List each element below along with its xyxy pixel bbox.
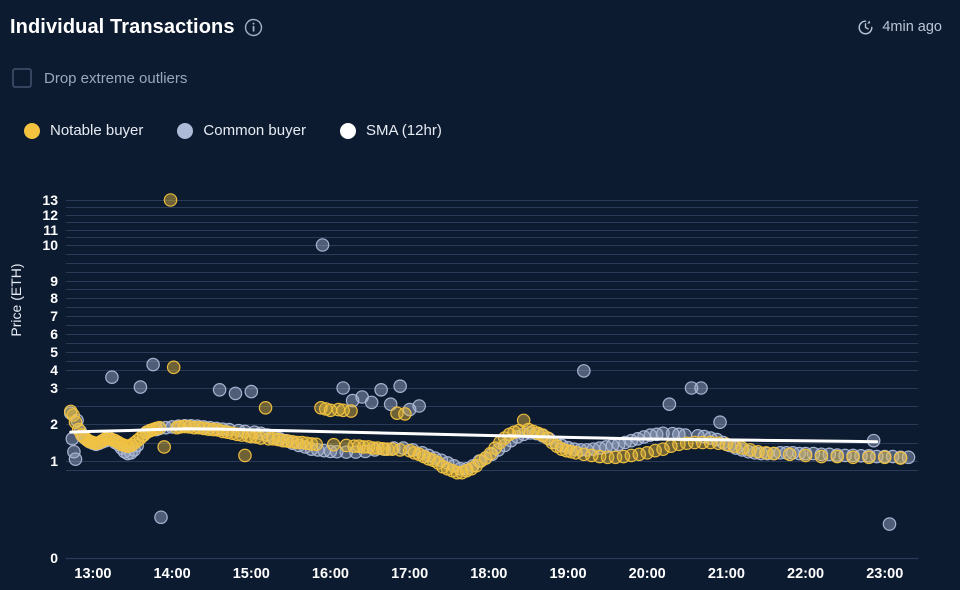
- data-point: [846, 450, 860, 465]
- data-point: [877, 450, 892, 465]
- individual-transactions-panel: Individual Transactions 4min ago Drop ex…: [0, 0, 960, 590]
- data-point: [713, 415, 727, 429]
- data-point: [166, 360, 181, 375]
- data-point: [798, 448, 813, 463]
- data-point: [105, 370, 119, 384]
- series-common-buyer: [63, 238, 916, 531]
- data-point: [393, 379, 407, 393]
- data-point: [163, 193, 178, 207]
- data-point: [577, 364, 591, 378]
- data-point: [893, 451, 908, 465]
- data-point: [364, 395, 379, 410]
- data-point: [412, 399, 426, 413]
- scatter-chart: 0 1 2 3 4 5 6 7 8 9 10 11 12 13 Price (ETH) 13:00 14:0…: [0, 0, 960, 590]
- data-point: [154, 510, 168, 525]
- data-point: [398, 407, 412, 421]
- data-point: [344, 404, 358, 418]
- data-point: [244, 384, 259, 399]
- data-point: [133, 380, 148, 394]
- data-point: [152, 420, 167, 435]
- data-point: [228, 386, 243, 401]
- scatter-plot-svg[interactable]: [0, 0, 960, 590]
- data-point: [862, 450, 876, 465]
- data-point: [68, 452, 83, 466]
- data-point: [326, 437, 341, 452]
- data-point: [157, 440, 171, 454]
- data-point: [146, 357, 160, 372]
- data-point: [315, 238, 330, 252]
- data-point: [767, 446, 781, 461]
- data-point: [882, 517, 897, 531]
- data-point: [662, 397, 677, 411]
- data-point: [782, 447, 797, 462]
- data-point: [212, 382, 227, 397]
- data-point: [258, 400, 273, 415]
- data-point: [830, 449, 845, 464]
- data-point: [336, 381, 350, 395]
- data-point: [238, 448, 252, 463]
- data-point: [374, 382, 388, 397]
- data-point: [309, 437, 324, 452]
- data-point: [814, 449, 829, 464]
- data-point: [694, 381, 708, 395]
